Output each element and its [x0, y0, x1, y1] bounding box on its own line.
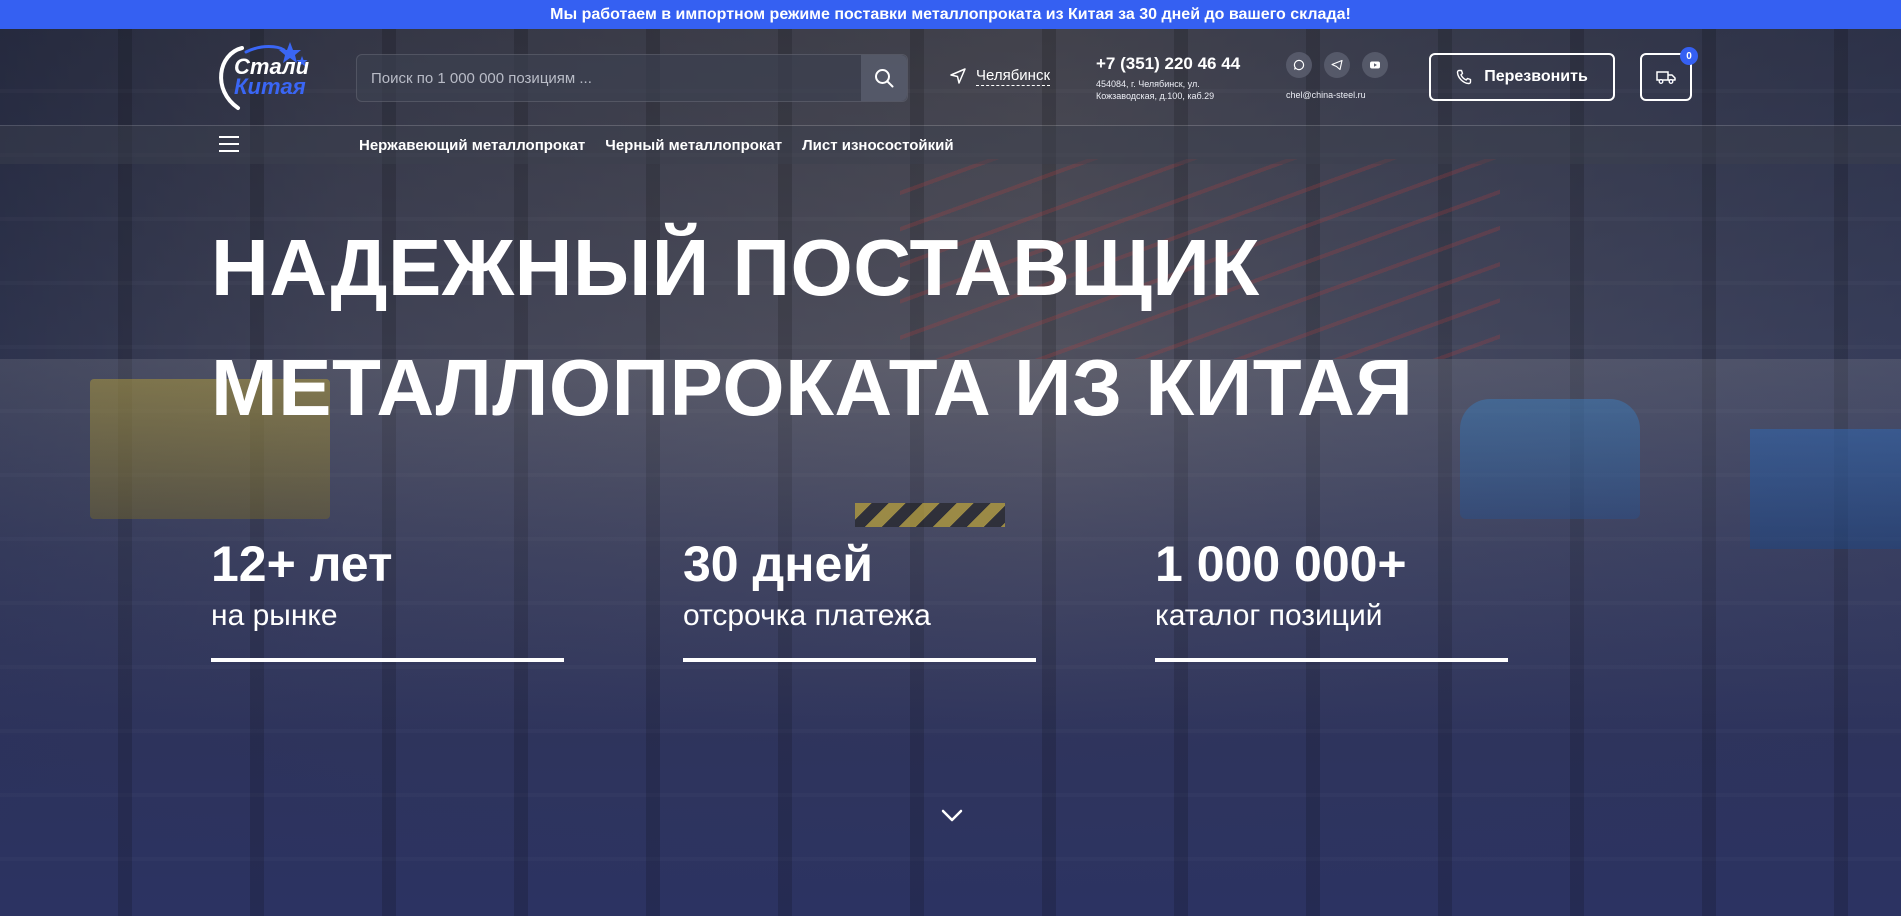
cart-count-badge: 0	[1680, 47, 1698, 65]
social-links	[1286, 52, 1388, 78]
hero-warning-stripes-decoration	[855, 503, 1005, 527]
search-bar	[356, 54, 908, 102]
truck-icon	[1656, 71, 1676, 84]
stat-underline	[211, 658, 564, 662]
contacts-block: +7 (351) 220 46 44 454084, г. Челябинск,…	[1096, 54, 1256, 102]
whatsapp-button[interactable]	[1286, 52, 1312, 78]
logo-text-line2: Китая	[234, 74, 306, 99]
nav-link-stainless[interactable]: Нержавеющий металлопрокат	[359, 137, 585, 154]
email-link[interactable]: chel@china-steel.ru	[1286, 90, 1366, 100]
scroll-down-button[interactable]	[940, 804, 964, 828]
nav-link-wear-resistant-sheet[interactable]: Лист износостойкий	[802, 137, 953, 154]
burger-line	[219, 136, 239, 138]
youtube-icon	[1370, 61, 1380, 69]
city-selector[interactable]: Челябинск	[950, 64, 1051, 88]
stat-underline	[683, 658, 1036, 662]
office-address: 454084, г. Челябинск, ул. Кожзаводская, …	[1096, 79, 1215, 101]
banner-text: Мы работаем в импортном режиме поставки …	[550, 5, 1351, 23]
burger-line	[219, 143, 239, 145]
telegram-icon	[1331, 59, 1343, 71]
stat-value: 12+ лет	[211, 536, 393, 592]
cart-button[interactable]: 0	[1640, 47, 1698, 101]
stat-underline	[1155, 658, 1508, 662]
phone-number[interactable]: +7 (351) 220 46 44	[1096, 54, 1256, 74]
callback-label: Перезвонить	[1484, 68, 1588, 85]
main-navigation: Нержавеющий металлопрокат Черный металло…	[0, 126, 1901, 164]
location-arrow-icon	[950, 68, 966, 84]
stat-value: 30 дней	[683, 536, 873, 592]
hero-headline-line2: МЕТАЛЛОПРОКАТА ИЗ КИТАЯ	[211, 343, 1414, 432]
stat-deferral: 30 дней отсрочка платежа	[683, 534, 1036, 662]
stat-value: 1 000 000+	[1155, 536, 1407, 592]
whatsapp-icon	[1293, 59, 1305, 71]
youtube-button[interactable]	[1362, 52, 1388, 78]
phone-icon	[1456, 69, 1472, 85]
stat-label: каталог позиций	[1155, 599, 1383, 632]
menu-burger-button[interactable]	[219, 136, 243, 154]
stat-years: 12+ лет на рынке	[211, 534, 564, 662]
stat-catalog: 1 000 000+ каталог позиций	[1155, 534, 1508, 662]
city-name: Челябинск	[976, 66, 1051, 86]
search-input[interactable]	[357, 55, 861, 101]
hero-headline-line1: НАДЕЖНЫЙ ПОСТАВЩИК	[211, 223, 1260, 312]
search-icon	[875, 69, 894, 88]
nav-link-black-metal[interactable]: Черный металлопрокат	[605, 137, 782, 154]
hero-machine-decoration	[1750, 429, 1901, 549]
nav-links: Нержавеющий металлопрокат Черный металло…	[359, 126, 954, 164]
site-logo[interactable]: Стали Китая	[212, 42, 320, 114]
stat-label: отсрочка платежа	[683, 599, 931, 632]
search-button[interactable]	[861, 55, 907, 101]
hero-headline: НАДЕЖНЫЙ ПОСТАВЩИК МЕТАЛЛОПРОКАТА ИЗ КИТ…	[211, 208, 1611, 448]
callback-button[interactable]: Перезвонить	[1429, 53, 1615, 101]
telegram-button[interactable]	[1324, 52, 1350, 78]
stat-label: на рынке	[211, 599, 338, 632]
burger-line	[219, 150, 239, 152]
chevron-down-icon	[941, 809, 963, 822]
top-announcement-banner: Мы работаем в импортном режиме поставки …	[0, 0, 1901, 29]
